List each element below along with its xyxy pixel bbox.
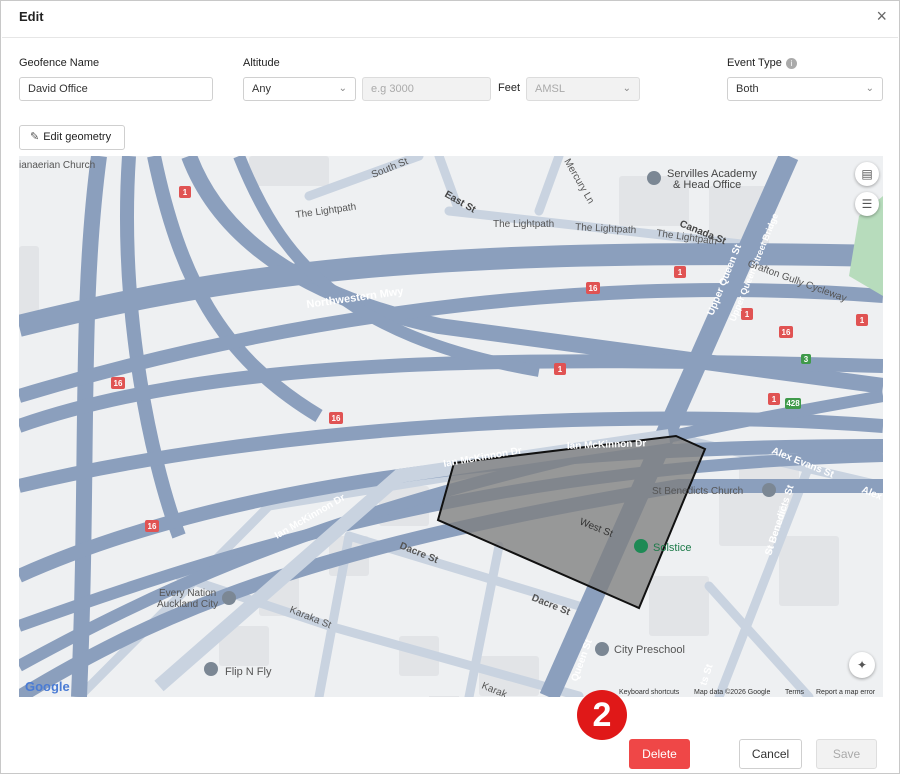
chevron-down-icon: ⌄ xyxy=(622,83,631,94)
svg-text:16: 16 xyxy=(782,328,791,337)
close-icon[interactable]: × xyxy=(876,7,887,25)
svg-text:Flip N Fly: Flip N Fly xyxy=(225,666,272,678)
event-type-label-text: Event Type xyxy=(727,57,782,69)
save-button[interactable]: Save xyxy=(816,739,877,769)
svg-text:& Head Office: & Head Office xyxy=(673,179,741,191)
altitude-select[interactable]: Any ⌄ xyxy=(243,77,356,101)
place-pin-icon xyxy=(204,662,218,676)
church-pin-icon xyxy=(222,591,236,605)
geofence-name-label: Geofence Name xyxy=(19,57,100,69)
solstice-pin-icon xyxy=(634,539,648,553)
step-badge: 2 xyxy=(577,690,627,740)
school-pin-icon xyxy=(647,171,661,185)
svg-text:St Benedicts Church: St Benedicts Church xyxy=(652,486,743,497)
svg-text:1: 1 xyxy=(183,188,188,197)
svg-text:16: 16 xyxy=(589,284,598,293)
delete-button[interactable]: Delete xyxy=(629,739,690,769)
svg-text:Auckland City: Auckland City xyxy=(157,599,218,610)
svg-text:The Lightpath: The Lightpath xyxy=(295,202,357,221)
svg-text:The Lightpath: The Lightpath xyxy=(493,219,554,230)
svg-text:Every Nation: Every Nation xyxy=(159,588,216,599)
info-icon[interactable]: i xyxy=(785,57,797,69)
cancel-button[interactable]: Cancel xyxy=(739,739,802,769)
svg-text:1: 1 xyxy=(772,395,777,404)
event-type-label: Event Type i xyxy=(727,57,797,69)
altitude-select-value: Any xyxy=(252,83,271,95)
svg-text:The Lightpath: The Lightpath xyxy=(575,222,637,236)
altitude-value-input[interactable]: e.g 3000 xyxy=(362,77,491,101)
event-type-select[interactable]: Both ⌄ xyxy=(727,77,883,101)
keyboard-shortcuts-link[interactable]: Keyboard shortcuts xyxy=(619,689,679,696)
map-type-icon[interactable]: ▤ xyxy=(855,162,879,186)
google-logo: Google xyxy=(25,679,70,694)
svg-text:428: 428 xyxy=(786,399,800,408)
layers-icon[interactable]: ☰ xyxy=(855,192,879,216)
map-data-attribution: Map data ©2026 Google xyxy=(694,689,771,696)
edit-geometry-label: Edit geometry xyxy=(43,131,112,143)
map-canvas[interactable]: 1 1 16 16 1 1 16 1 1 16 16 3 428 ianaeri… xyxy=(19,156,883,697)
edit-geometry-button[interactable]: ✎ Edit geometry xyxy=(19,125,125,150)
event-type-select-value: Both xyxy=(736,83,759,95)
map-view[interactable]: 1 1 16 16 1 1 16 1 1 16 16 3 428 ianaeri… xyxy=(19,156,883,697)
report-map-error-link[interactable]: Report a map error xyxy=(816,689,875,696)
edit-dialog: Edit × Geofence Name David Office Altitu… xyxy=(0,0,900,774)
svg-text:3: 3 xyxy=(804,355,809,364)
header-divider xyxy=(2,37,898,38)
svg-text:ianaerian Church: ianaerian Church xyxy=(19,160,95,171)
geofence-name-input[interactable]: David Office xyxy=(19,77,213,101)
svg-text:16: 16 xyxy=(114,379,123,388)
dialog-title: Edit xyxy=(19,9,44,24)
svg-text:1: 1 xyxy=(860,316,865,325)
pencil-icon: ✎ xyxy=(30,131,40,143)
svg-text:ts St: ts St xyxy=(698,662,715,687)
svg-text:16: 16 xyxy=(148,522,157,531)
altitude-reference-select[interactable]: AMSL ⌄ xyxy=(526,77,640,101)
chevron-down-icon: ⌄ xyxy=(338,83,347,94)
recenter-icon[interactable]: ✦ xyxy=(849,652,875,678)
altitude-label: Altitude xyxy=(243,57,280,69)
school-pin-icon xyxy=(595,642,609,656)
church-pin-icon xyxy=(762,483,776,497)
svg-text:South St: South St xyxy=(370,156,410,181)
reference-select-value: AMSL xyxy=(535,83,565,95)
chevron-down-icon: ⌄ xyxy=(865,83,874,94)
svg-text:1: 1 xyxy=(678,268,683,277)
svg-text:1: 1 xyxy=(558,365,563,374)
svg-text:1: 1 xyxy=(745,310,750,319)
svg-text:Solstice: Solstice xyxy=(653,542,692,554)
svg-text:16: 16 xyxy=(332,414,341,423)
terms-link[interactable]: Terms xyxy=(785,689,804,696)
svg-text:Mercury Ln: Mercury Ln xyxy=(561,157,596,206)
feet-label: Feet xyxy=(498,82,521,94)
svg-text:City Preschool: City Preschool xyxy=(614,644,685,656)
